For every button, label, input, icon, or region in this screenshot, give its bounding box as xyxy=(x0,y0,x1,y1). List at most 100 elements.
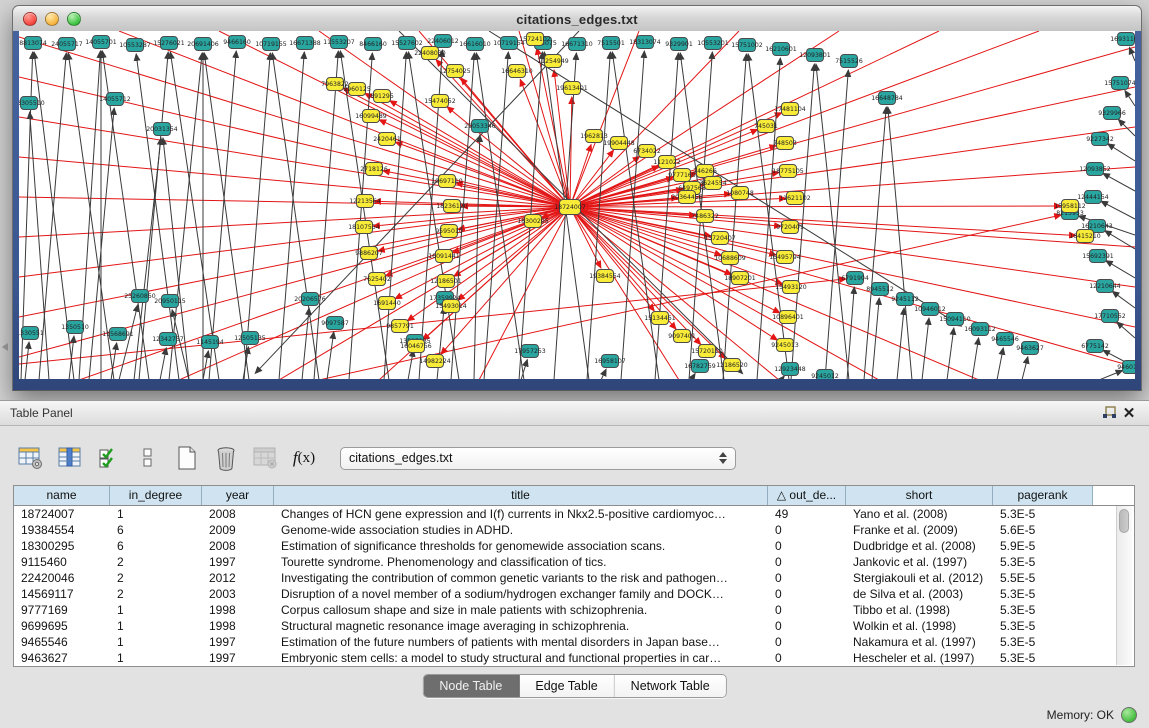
table-cell-pagerank: 5.3E-5 xyxy=(993,650,1093,666)
table-cell-in_degree: 6 xyxy=(110,538,202,554)
graph-node-label: 19384554 xyxy=(589,273,621,280)
table-scrollbar-thumb[interactable] xyxy=(1119,509,1129,533)
table-source-dropdown[interactable]: citations_edges.txt xyxy=(340,447,736,470)
table-cell-pagerank: 5.9E-5 xyxy=(993,538,1093,554)
graph-node-label: 745031 xyxy=(754,123,778,130)
graph-node-label: 9245112 xyxy=(891,296,919,303)
graph-node-label: 1962813 xyxy=(580,133,608,140)
float-panel-icon[interactable] xyxy=(1099,404,1119,422)
table-row[interactable]: 946362711997Embryonic stem cells: a mode… xyxy=(14,650,1134,666)
tab-network-table[interactable]: Network Table xyxy=(615,675,726,697)
minimize-window-button[interactable] xyxy=(45,12,59,26)
graph-node-label: 16958107 xyxy=(594,358,626,365)
column-header-in_degree[interactable]: in_degree xyxy=(110,486,202,505)
network-frame: 8813074240557171405570110553287152760212… xyxy=(12,31,1142,391)
table-toolbar: f(x) citations_edges.txt xyxy=(16,443,736,473)
table-cell-short: Hescheler et al. (1997) xyxy=(846,650,993,666)
network-view[interactable]: 8813074240557171405570110553287152760212… xyxy=(19,31,1135,379)
table-cell-in_degree: 1 xyxy=(110,602,202,618)
close-panel-icon[interactable]: ✕ xyxy=(1119,404,1139,422)
graph-node-label: 9097401 xyxy=(668,333,696,340)
close-window-button[interactable] xyxy=(23,12,37,26)
table-tabs: Node TableEdge TableNetwork Table xyxy=(422,674,726,698)
table-settings-icon[interactable] xyxy=(16,443,46,473)
table-row[interactable]: 1456911722003Disruption of a novel membe… xyxy=(14,586,1134,602)
table-cell-name: 9699695 xyxy=(14,618,110,634)
table-cell-title: Changes of HCN gene expression and I(f) … xyxy=(274,506,768,522)
graph-node-label: 1330551 xyxy=(19,330,44,337)
table-row[interactable]: 2242004622012Investigating the contribut… xyxy=(14,570,1134,586)
table-row[interactable]: 946554611997Estimation of the future num… xyxy=(14,634,1134,650)
table-cell-name: 19384554 xyxy=(14,522,110,538)
graph-node-label: 16091441 xyxy=(428,253,460,260)
table-cell-year: 2008 xyxy=(202,538,274,554)
show-columns-icon[interactable] xyxy=(55,443,85,473)
table-row[interactable]: 969969511998Structural magnetic resonanc… xyxy=(14,618,1134,634)
graph-node-label: 9465546 xyxy=(991,336,1019,343)
graph-node-label: 9097587 xyxy=(321,320,349,327)
function-builder-icon[interactable]: f(x) xyxy=(289,443,319,473)
table-row[interactable]: 1872400712008Changes of HCN gene express… xyxy=(14,506,1134,522)
table-cell-title: Estimation of significance thresholds fo… xyxy=(274,538,768,554)
delete-table-icon-disabled[interactable] xyxy=(250,443,280,473)
graph-node-label: 15094110 xyxy=(939,316,971,323)
graph-node-label: 12093801 xyxy=(799,52,831,59)
graph-node-label: 9245012 xyxy=(811,373,839,379)
node-table: namein_degreeyeartitle△ out_de...shortpa… xyxy=(13,485,1135,667)
select-rows-icon[interactable] xyxy=(94,443,124,473)
table-row[interactable]: 977716911998Corpus callosum shape and si… xyxy=(14,602,1134,618)
table-cell-year: 2008 xyxy=(202,506,274,522)
table-cell-name: 14569117 xyxy=(14,586,110,602)
table-body: 18724007 1 2008Changes of HCN gene express… xyxy=(14,506,1134,666)
column-header-title[interactable]: title xyxy=(274,486,768,505)
graph-node-label: 18107554 xyxy=(348,224,380,231)
table-cell-name: 18724007 xyxy=(14,506,110,522)
graph-node-label: 12923448 xyxy=(774,366,806,373)
graph-node-label: 15751002 xyxy=(731,42,763,49)
table-cell-year: 1997 xyxy=(202,634,274,650)
graph-node-label: 14055701 xyxy=(85,39,117,46)
column-header-pagerank[interactable]: pagerank xyxy=(993,486,1093,505)
panel-collapse-arrow-icon[interactable] xyxy=(2,343,8,351)
graph-node-label: 16415210 xyxy=(1069,233,1101,240)
graph-node-label: 6775142 xyxy=(1081,343,1109,350)
table-cell-year: 1998 xyxy=(202,602,274,618)
table-cell-title: Estimation of the future numbers of pati… xyxy=(274,634,768,650)
graph-node-label: 16671310 xyxy=(561,41,593,48)
column-header-out_degree[interactable]: △ out_de... xyxy=(768,486,846,505)
graph-node-label: 25260850 xyxy=(124,293,156,300)
graph-node-label: 22406012 xyxy=(427,38,459,45)
column-header-short[interactable]: short xyxy=(846,486,993,505)
tab-node-table[interactable]: Node Table xyxy=(423,675,519,697)
graph-node-label: 19904448 xyxy=(603,140,635,147)
graph-node-label: 12754025 xyxy=(439,68,471,75)
window-titlebar[interactable]: citations_edges.txt xyxy=(12,5,1142,33)
zoom-window-button[interactable] xyxy=(67,12,81,26)
graph-node-label: 16782759 xyxy=(684,363,716,370)
graph-node-label: 24055717 xyxy=(51,41,83,48)
graph-node-label: 12342757 xyxy=(152,336,184,343)
column-header-name[interactable]: name xyxy=(14,486,110,505)
panel-title: Table Panel xyxy=(10,406,73,420)
delete-icon[interactable] xyxy=(211,443,241,473)
table-scrollbar[interactable] xyxy=(1116,506,1132,665)
graph-node-label: 9960125 xyxy=(343,86,371,93)
graph-node-label: 1350510 xyxy=(61,324,89,331)
graph-node-label: 15495794 xyxy=(769,254,801,261)
table-row[interactable]: 1938455462009Genome-wide association stu… xyxy=(14,522,1134,538)
table-cell-name: 22420046 xyxy=(14,570,110,586)
table-row[interactable]: 911546021997Tourette syndrome. Phenomeno… xyxy=(14,554,1134,570)
table-cell-year: 2009 xyxy=(202,522,274,538)
tab-edge-table[interactable]: Edge Table xyxy=(519,675,614,697)
row-height-icon[interactable] xyxy=(133,443,163,473)
table-row[interactable]: 1830029562008Estimation of significance … xyxy=(14,538,1134,554)
graph-node-label: 19613401 xyxy=(556,85,588,92)
table-cell-pagerank: 5.5E-5 xyxy=(993,570,1093,586)
graph-node-label: 18775105 xyxy=(772,168,804,175)
column-header-year[interactable]: year xyxy=(202,486,274,505)
new-file-icon[interactable] xyxy=(172,443,202,473)
graph-node-label: 15692391 xyxy=(1082,253,1114,260)
graph-node-label: 12186520 xyxy=(716,362,748,369)
graph-node-label: 10553201 xyxy=(697,40,729,47)
graph-node-label: 10896401 xyxy=(772,314,804,321)
